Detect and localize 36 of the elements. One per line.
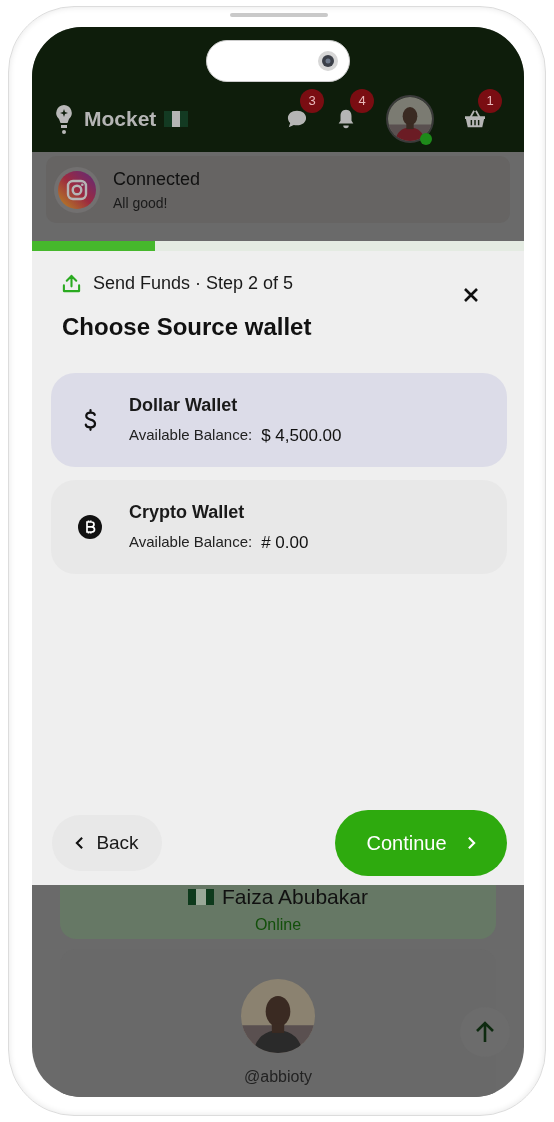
close-icon bbox=[463, 287, 479, 303]
count-badge: 4 bbox=[350, 88, 374, 113]
wallet-name: Dollar Wallet bbox=[129, 393, 239, 417]
basket-icon bbox=[464, 108, 486, 129]
chevron-right-icon bbox=[466, 836, 476, 850]
instagram-icon bbox=[58, 170, 96, 209]
count-badge: 3 bbox=[300, 88, 324, 113]
balance-label: Available Balance: bbox=[129, 532, 253, 553]
camera-icon bbox=[317, 50, 339, 72]
bitcoin-icon bbox=[78, 515, 102, 539]
balance-label: Available Balance: bbox=[129, 425, 253, 446]
lightbulb-icon bbox=[54, 102, 74, 135]
upload-icon bbox=[62, 274, 81, 293]
wallet-name: Crypto Wallet bbox=[129, 500, 246, 524]
bell-icon bbox=[336, 107, 356, 130]
count-badge: 1 bbox=[478, 88, 502, 113]
toast-title: Connected bbox=[113, 167, 201, 191]
back-button[interactable]: Back bbox=[52, 815, 162, 871]
profile-handle: @abbioty bbox=[244, 1067, 312, 1088]
wallet-option[interactable]: Dollar Wallet Available Balance: $ 4,500.00 bbox=[51, 373, 507, 467]
wallet-option[interactable]: Crypto Wallet Available Balance: # 0.00 bbox=[51, 480, 507, 574]
brand-name: Mocket bbox=[84, 105, 157, 132]
balance-amount: $ 4,500.00 bbox=[261, 424, 342, 447]
dollar-icon bbox=[82, 408, 98, 432]
step-label: Send Funds · Step 2 of 5 bbox=[93, 272, 294, 295]
modal-title: Choose Source wallet bbox=[62, 312, 312, 342]
arrow-up-icon bbox=[475, 1021, 495, 1043]
avatar[interactable] bbox=[386, 94, 434, 143]
balance-amount: # 0.00 bbox=[261, 531, 309, 554]
flag-icon bbox=[164, 110, 189, 127]
flag-icon bbox=[188, 888, 215, 905]
chat-icon bbox=[286, 108, 308, 129]
profile-name: Faiza Abubakar bbox=[222, 884, 368, 911]
profile-status: Online bbox=[254, 914, 302, 935]
toast-message: All good! bbox=[113, 193, 169, 213]
chevron-left-icon bbox=[75, 836, 85, 850]
